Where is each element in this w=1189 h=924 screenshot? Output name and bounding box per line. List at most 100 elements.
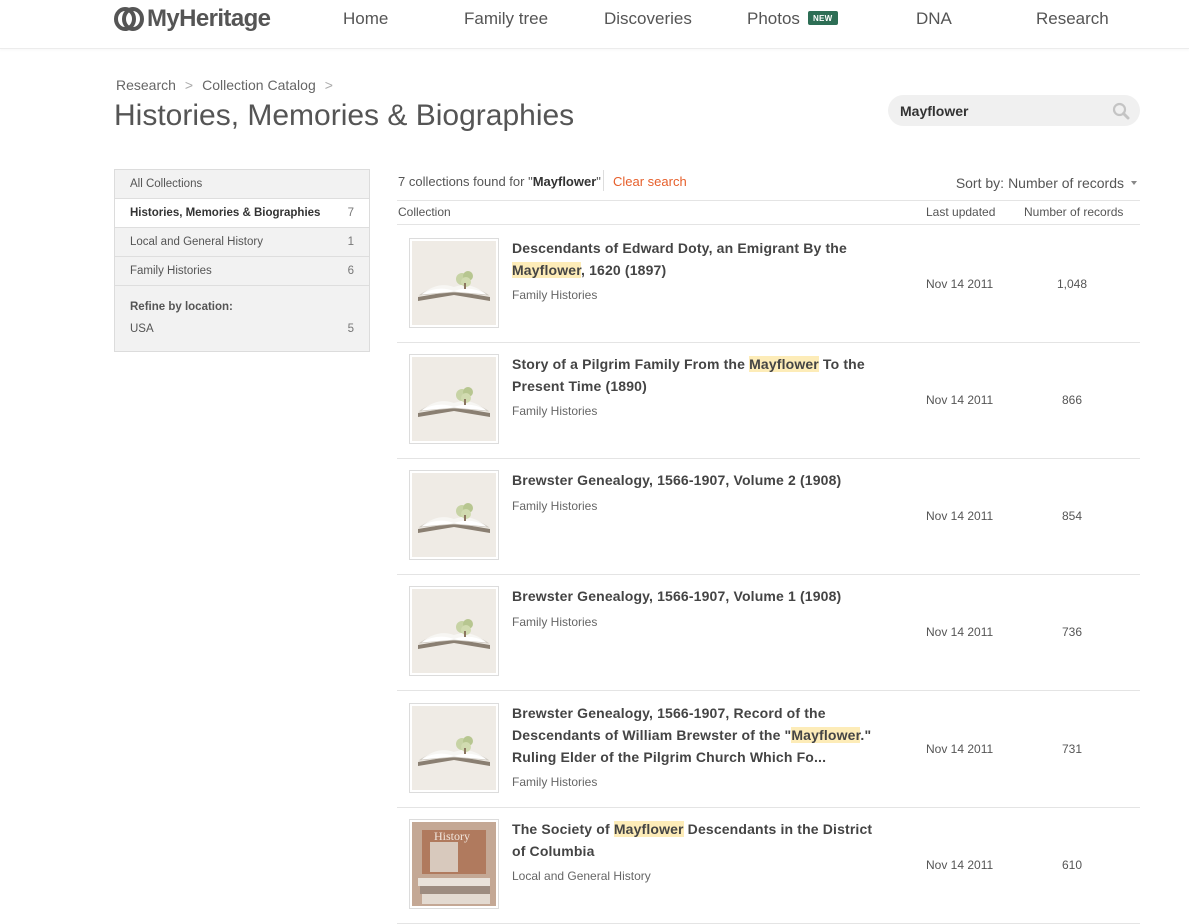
search-term-highlight: Mayflower (791, 727, 861, 743)
top-navigation: MyHeritage Home Family tree Discoveries … (0, 0, 1189, 49)
search-box (888, 95, 1140, 126)
collection-thumbnail[interactable]: History (409, 819, 499, 909)
new-badge: NEW (807, 11, 838, 25)
collection-title-link[interactable]: Brewster Genealogy, 1566-1907, Volume 1 … (512, 585, 887, 607)
title-text: Descendants of Edward Doty, an Emigrant … (512, 240, 847, 256)
search-term-highlight: Mayflower (512, 262, 582, 278)
filter-label: Histories, Memories & Biographies (130, 207, 321, 219)
last-updated-date: Nov 14 2011 (926, 509, 994, 523)
thumbnail-image (412, 706, 496, 790)
collection-row[interactable]: Brewster Genealogy, 1566-1907, Volume 2 … (397, 458, 1140, 575)
nav-research[interactable]: Research (1036, 9, 1109, 29)
title-text: Brewster Genealogy, 1566-1907, Volume 2 … (512, 472, 842, 488)
sort-label: Sort by: (955, 175, 1005, 191)
summary-term: Mayflower (532, 174, 597, 189)
collection-category: Family Histories (512, 615, 598, 629)
last-updated-date: Nov 14 2011 (926, 277, 994, 291)
summary-prefix: 7 collections found for " (398, 174, 533, 189)
book-icon (412, 589, 496, 673)
collection-row[interactable]: History The Society of Mayflower Descenda… (397, 807, 1140, 924)
nav-discoveries[interactable]: Discoveries (604, 9, 692, 29)
book-icon (412, 357, 496, 441)
collection-row[interactable]: Descendants of Edward Doty, an Emigrant … (397, 226, 1140, 343)
breadcrumb-separator: > (324, 77, 333, 93)
collection-title-link[interactable]: Brewster Genealogy, 1566-1907, Volume 2 … (512, 469, 887, 491)
sort-control[interactable]: Sort by: Number of records (956, 175, 1137, 191)
collection-title-link[interactable]: Brewster Genealogy, 1566-1907, Record of… (512, 702, 887, 768)
filter-label: Family Histories (130, 265, 212, 277)
nav-photos[interactable]: Photos NEW (747, 9, 838, 29)
book-icon (412, 473, 496, 557)
collection-row[interactable]: Brewster Genealogy, 1566-1907, Record of… (397, 691, 1140, 808)
collection-category: Local and General History (512, 869, 651, 883)
filter-histories-memories-biographies[interactable]: Histories, Memories & Biographies 7 (115, 199, 369, 228)
summary-divider (603, 170, 604, 191)
location-count: 5 (347, 323, 354, 335)
collection-title-link[interactable]: Story of a Pilgrim Family From the Mayfl… (512, 353, 887, 397)
header-divider (397, 200, 1140, 201)
sort-value[interactable]: Number of records (1008, 175, 1124, 191)
search-input[interactable] (900, 95, 1100, 126)
record-count: 1,048 (1056, 277, 1088, 291)
history-books-icon: History (412, 822, 496, 906)
collection-thumbnail[interactable] (409, 354, 499, 444)
page-title: Histories, Memories & Biographies (114, 99, 575, 132)
collection-title-link[interactable]: Descendants of Edward Doty, an Emigrant … (512, 237, 887, 281)
nav-dna[interactable]: DNA (916, 9, 952, 29)
collection-category: Family Histories (512, 499, 598, 513)
breadcrumb-collection-catalog[interactable]: Collection Catalog (202, 77, 316, 93)
filter-all-collections[interactable]: All Collections (115, 170, 369, 199)
breadcrumb: Research > Collection Catalog > (116, 77, 342, 93)
column-header-last-updated: Last updated (926, 205, 996, 219)
collection-row[interactable]: Story of a Pilgrim Family From the Mayfl… (397, 342, 1140, 459)
header-divider (397, 224, 1140, 225)
location-label: USA (130, 323, 154, 335)
clear-search-link[interactable]: Clear search (613, 174, 687, 189)
filter-count: 7 (347, 207, 354, 219)
filter-label: All Collections (130, 178, 203, 190)
nav-photos-label: Photos (747, 9, 800, 28)
filter-local-general-history[interactable]: Local and General History 1 (115, 228, 369, 257)
refine-location-heading: Refine by location: (130, 301, 233, 313)
thumbnail-image: History (412, 822, 496, 906)
location-filter-usa[interactable]: USA 5 (115, 321, 369, 339)
collection-category: Family Histories (512, 775, 598, 789)
last-updated-date: Nov 14 2011 (926, 858, 994, 872)
last-updated-date: Nov 14 2011 (926, 742, 994, 756)
nav-family-tree[interactable]: Family tree (464, 9, 548, 29)
thumbnail-image (412, 473, 496, 557)
thumbnail-image (412, 357, 496, 441)
column-header-records[interactable]: Number of records (1024, 205, 1123, 219)
title-text: Brewster Genealogy, 1566-1907, Record of… (512, 705, 826, 743)
title-text: The Society of (512, 821, 614, 837)
collection-row[interactable]: Brewster Genealogy, 1566-1907, Volume 1 … (397, 574, 1140, 691)
last-updated-date: Nov 14 2011 (926, 393, 994, 407)
collection-title-link[interactable]: The Society of Mayflower Descendants in … (512, 818, 887, 862)
breadcrumb-separator: > (184, 77, 194, 93)
book-icon (412, 241, 496, 325)
chevron-down-icon (1131, 181, 1137, 185)
filter-count: 1 (347, 236, 354, 248)
collection-category: Family Histories (512, 404, 598, 418)
book-icon (412, 706, 496, 790)
collection-thumbnail[interactable] (409, 238, 499, 328)
search-icon[interactable] (1112, 102, 1130, 120)
filter-label: Local and General History (130, 236, 263, 248)
search-term-highlight: Mayflower (749, 356, 819, 372)
collection-category: Family Histories (512, 288, 598, 302)
nav-home[interactable]: Home (343, 9, 388, 29)
record-count: 866 (1061, 393, 1083, 407)
breadcrumb-research[interactable]: Research (116, 77, 176, 93)
collection-thumbnail[interactable] (409, 703, 499, 793)
myheritage-logo-icon (114, 7, 144, 31)
search-term-highlight: Mayflower (613, 821, 684, 837)
record-count: 736 (1061, 625, 1083, 639)
filter-sidebar: All Collections Histories, Memories & Bi… (114, 169, 370, 352)
thumbnail-image (412, 241, 496, 325)
brand-name: MyHeritage (147, 5, 271, 32)
svg-text:History: History (434, 829, 470, 843)
collection-thumbnail[interactable] (409, 470, 499, 560)
myheritage-logo[interactable]: MyHeritage (114, 5, 271, 33)
filter-family-histories[interactable]: Family Histories 6 (115, 257, 369, 286)
collection-thumbnail[interactable] (409, 586, 499, 676)
